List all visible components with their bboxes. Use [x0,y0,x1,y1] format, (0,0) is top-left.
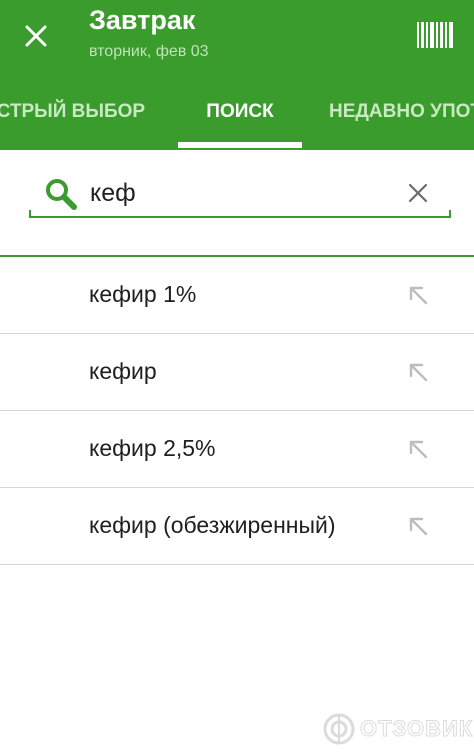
tab-bar: ЫСТРЫЙ ВЫБОР ПОИСК НЕДАВНО УПОТ [0,78,474,150]
barcode-icon [417,22,453,48]
fill-query-button[interactable] [404,435,432,463]
fill-query-button[interactable] [404,512,432,540]
suggestion-item[interactable]: кефир 1% [0,257,474,334]
arrow-up-left-icon [409,363,428,382]
otzovik-watermark: ОТЗОВИК [322,710,473,748]
app-bar: Завтрак вторник, фев 03 ЫСТРЫЙ ВЫБОР ПОИ… [0,0,474,150]
otzovik-logo-icon [323,713,355,745]
fill-query-button[interactable] [404,281,432,309]
clear-icon [408,183,428,203]
suggestion-item[interactable]: кефир 2,5% [0,411,474,488]
search-input[interactable] [90,172,390,214]
arrow-up-left-icon [409,286,428,305]
suggestion-label: кефир 1% [89,281,197,307]
arrow-up-left-icon [409,517,428,536]
suggestion-list: кефир 1% кефир кефир 2,5% кефир (обезжир… [0,257,474,565]
tab-quick-pick[interactable]: ЫСТРЫЙ ВЫБОР [0,78,145,150]
close-icon [25,25,47,47]
watermark-text: ОТЗОВИК [359,716,474,742]
tab-search[interactable]: ПОИСК [178,78,302,150]
search-icon [46,179,77,210]
fill-query-button[interactable] [404,358,432,386]
barcode-scan-button[interactable] [414,18,456,52]
suggestion-label: кефир [89,358,157,384]
suggestion-item[interactable]: кефир [0,334,474,411]
app-root: Завтрак вторник, фев 03 ЫСТРЫЙ ВЫБОР ПОИ… [0,0,474,754]
arrow-up-left-icon [409,440,428,459]
tab-recently-used[interactable]: НЕДАВНО УПОТ [329,78,474,150]
page-subtitle-date: вторник, фев 03 [89,43,209,60]
suggestion-label: кефир 2,5% [89,435,216,461]
search-input-underline [29,210,451,218]
suggestion-label: кефир (обезжиренный) [89,512,336,538]
suggestion-item[interactable]: кефир (обезжиренный) [0,488,474,565]
close-button[interactable] [14,14,58,58]
clear-search-button[interactable] [400,175,436,211]
active-tab-indicator [178,142,302,148]
page-title: Завтрак [89,5,196,35]
